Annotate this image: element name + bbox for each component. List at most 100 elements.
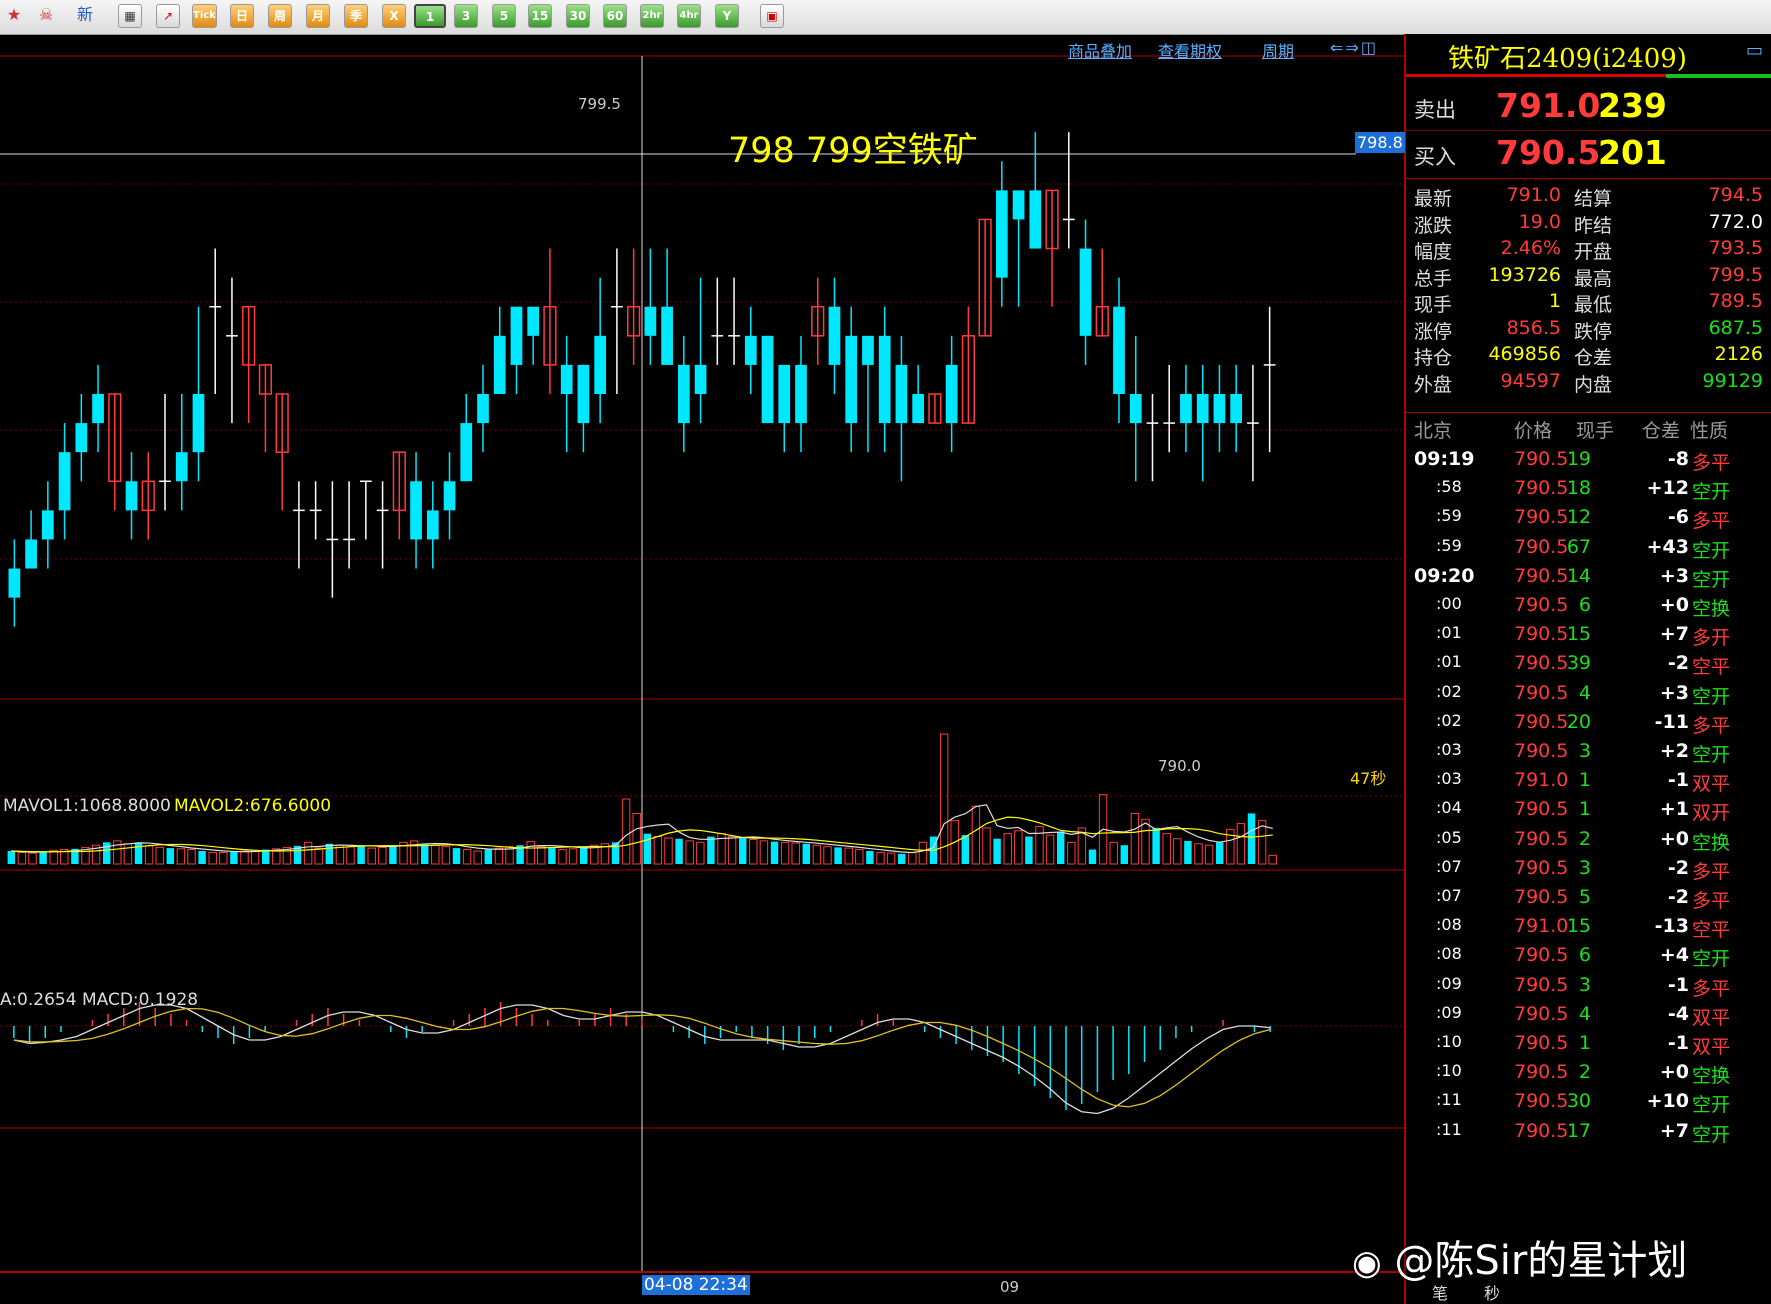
monthly-button[interactable]: 月 (306, 4, 330, 28)
trade-oi-change: +0 (1659, 1061, 1689, 1084)
trade-price: 790.5 (1514, 448, 1569, 470)
period-5m-button[interactable]: 5 (492, 4, 516, 28)
trade-oi-change: +2 (1659, 740, 1689, 762)
period-link[interactable]: 周期 (1262, 38, 1294, 62)
stat-row: 涨跌 19.0 昨结 772.0 (1406, 211, 1771, 241)
trade-time: :09 (1436, 1002, 1462, 1022)
volume-bar (473, 850, 482, 865)
volume-bar (643, 833, 652, 864)
trade-row: :11 790.5 17 +7 空开 (1406, 1116, 1771, 1149)
divider (1406, 412, 1771, 413)
period-3m-button[interactable]: 3 (454, 4, 478, 28)
stat-row: 外盘 94597 内盘 99129 (1406, 370, 1771, 400)
volume-bar (17, 851, 27, 865)
volume-bar (7, 851, 16, 864)
candle-body (8, 568, 21, 598)
volume-bar (812, 844, 822, 865)
annotation-text: 798 799空铁矿 (728, 131, 978, 171)
stat-row: 最新 791.0 结算 794.5 (1406, 184, 1771, 214)
volume-bar (144, 845, 154, 865)
volume-bar (28, 852, 37, 865)
trade-price: 790.5 (1514, 1032, 1569, 1054)
daily-button[interactable]: 日 (230, 4, 254, 28)
trade-row: :02 790.5 20 -11 多平 (1406, 707, 1771, 740)
new-button[interactable]: 新 (70, 4, 100, 28)
quarterly-button[interactable]: 季 (344, 4, 368, 28)
volume-bar (240, 850, 249, 865)
chart-icon[interactable]: ↗ (156, 4, 180, 28)
trade-oi-change: -6 (1667, 506, 1689, 529)
col-time-header: 北京 (1414, 420, 1453, 442)
overlay-commodity-link[interactable]: 商品叠加 (1068, 38, 1132, 62)
trade-qty: 3 (1578, 856, 1591, 879)
stat-value: 794.5 (1708, 184, 1763, 206)
trade-price: 791.0 (1514, 915, 1569, 938)
nav-arrows-icon[interactable]: ⇐⇒◫ (1330, 38, 1378, 57)
view-options-link[interactable]: 查看期权 (1158, 38, 1222, 62)
app-logo-icon[interactable]: ★ (2, 4, 26, 28)
trophy-icon[interactable]: ☠ (34, 4, 58, 28)
trade-row: :04 790.5 1 +1 双开 (1406, 794, 1771, 827)
trade-row: :10 790.5 1 -1 双平 (1406, 1028, 1771, 1061)
candle-body (1029, 190, 1042, 249)
stat-value: 793.5 (1708, 237, 1763, 259)
volume-bar (1045, 834, 1055, 865)
period-15m-button[interactable]: 15 (528, 4, 552, 28)
stat-label: 涨跌 (1414, 214, 1453, 237)
tick-button[interactable]: Tick (192, 4, 217, 28)
trade-qty: 14 (1566, 564, 1591, 587)
maximize-icon[interactable]: ▭ (1746, 40, 1763, 61)
trade-row: :00 790.5 6 +0 空换 (1406, 590, 1771, 623)
stat-value: 772.0 (1708, 210, 1763, 233)
trade-price: 790.5 (1514, 827, 1569, 850)
candle-body (443, 481, 456, 511)
trade-price: 790.5 (1514, 973, 1569, 996)
stat-label: 现手 (1414, 294, 1453, 316)
trade-time: :11 (1436, 1119, 1462, 1139)
trades-header: 北京 价格 现手 仓差 性质 (1406, 416, 1771, 446)
trade-qty: 17 (1566, 1119, 1591, 1142)
volume-bar (908, 851, 917, 865)
volume-bar (738, 838, 747, 864)
stat-row: 幅度 2.46% 开盘 793.5 (1406, 237, 1771, 267)
trade-row: :58 790.5 18 +12 空开 (1406, 473, 1771, 506)
custom-period-button[interactable]: X (382, 4, 406, 28)
volume-bar (1003, 833, 1012, 865)
trade-time: :01 (1436, 623, 1462, 643)
volume-bar (303, 841, 313, 865)
volume-bar (1204, 844, 1214, 865)
period-4hr-button[interactable]: 4hr (677, 4, 701, 28)
stat-label: 最低 (1574, 294, 1613, 316)
chart-grid (0, 34, 1406, 1304)
volume-bar (1056, 831, 1065, 864)
trade-time: :08 (1436, 944, 1462, 964)
period-1m-button[interactable]: 1 (414, 4, 446, 28)
candle-body (41, 510, 54, 540)
trade-oi-change: +43 (1646, 535, 1689, 558)
countdown-label: 47秒 (1350, 769, 1387, 788)
period-30m-button[interactable]: 30 (566, 4, 590, 28)
period-2hr-button[interactable]: 2hr (640, 4, 664, 28)
volume-bar (102, 842, 111, 864)
volume-bar (1268, 854, 1277, 865)
cursor-price-label: 798.8 (1355, 132, 1405, 153)
volume-bar (855, 849, 864, 865)
candle-body (410, 481, 422, 540)
trade-time: :00 (1436, 594, 1462, 613)
trade-price: 790.5 (1514, 564, 1569, 587)
trade-qty: 6 (1578, 944, 1591, 967)
candle-body (1213, 394, 1226, 424)
trade-qty: 5 (1578, 886, 1591, 908)
period-60m-button[interactable]: 60 (603, 4, 627, 28)
volume-bar (134, 842, 143, 864)
candle-body (577, 364, 590, 424)
main-chart[interactable] (0, 34, 1406, 1304)
period-year-button[interactable]: Y (715, 4, 739, 28)
weekly-button[interactable]: 周 (268, 4, 292, 28)
table-icon[interactable]: ▦ (118, 4, 142, 28)
candle-body (510, 306, 523, 365)
volume-bar (749, 838, 758, 865)
trade-price: 790.5 (1514, 477, 1569, 500)
trade-qty: 15 (1566, 915, 1591, 938)
screen-icon[interactable]: ▣ (760, 4, 784, 28)
